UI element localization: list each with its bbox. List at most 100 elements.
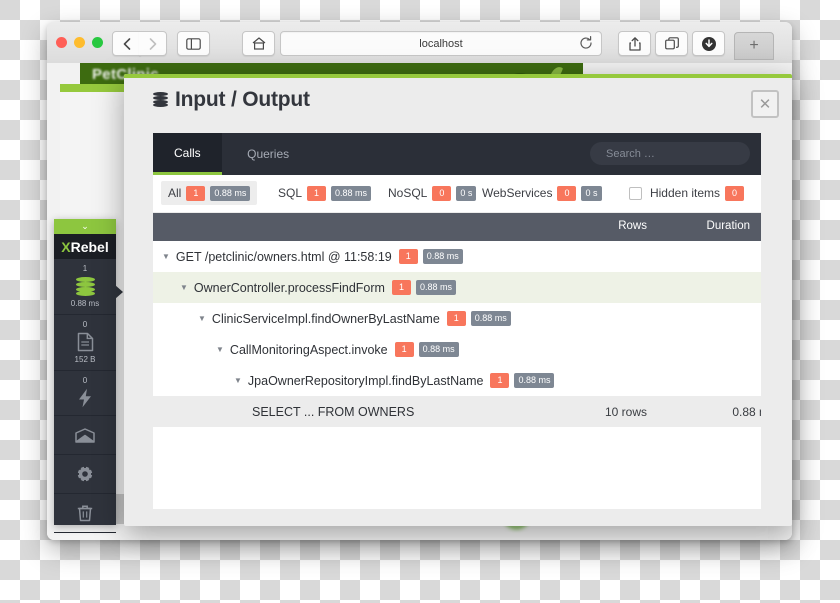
browser-titlebar: localhost +: [47, 22, 792, 64]
address-bar[interactable]: localhost: [280, 31, 602, 56]
maximize-window-button[interactable]: [92, 37, 103, 48]
minimize-window-button[interactable]: [74, 37, 85, 48]
xrebel-pointer-arrow: [115, 285, 123, 299]
xrebel-logo: XRebel: [54, 234, 116, 259]
filter-sql-label: SQL: [278, 186, 302, 200]
filter-webservices-duration: 0 s: [581, 186, 601, 201]
search-input[interactable]: Search …: [590, 142, 750, 165]
xrebel-exc-count: 0: [54, 375, 116, 386]
table-row[interactable]: ▼ OwnerController.processFindForm 1 0.88…: [153, 272, 761, 303]
filter-nosql-duration: 0 s: [456, 186, 476, 201]
xrebel-logo-x: X: [61, 239, 70, 255]
column-header-rows: Rows: [618, 220, 647, 232]
xrebel-io-count: 0: [54, 319, 116, 330]
table-row[interactable]: ▼ GET /petclinic/owners.html @ 11:58:19 …: [153, 241, 761, 272]
table-row[interactable]: ▼ ClinicServiceImpl.findOwnerByLastName …: [153, 303, 761, 334]
xrebel-db-value: 0.88 ms: [54, 298, 116, 309]
document-icon: [54, 330, 116, 354]
filter-nosql-label: NoSQL: [388, 186, 427, 200]
hidden-items-count: 0: [725, 186, 744, 201]
input-output-modal: Input / Output ✕ Calls Queries Search … …: [124, 74, 792, 526]
page-title: Input / Output: [153, 88, 310, 112]
row-count-badge: 1: [490, 373, 509, 388]
expand-caret-icon[interactable]: ▼: [234, 376, 242, 385]
row-duration-badge: 0.88 ms: [471, 311, 511, 326]
reload-icon[interactable]: [579, 36, 593, 53]
sidebar-toggle-icon[interactable]: [177, 31, 210, 56]
xrebel-section-io[interactable]: 0 152 B: [54, 315, 116, 371]
table-row[interactable]: ▼ JpaOwnerRepositoryImpl.findByLastName …: [153, 365, 761, 396]
row-label: JpaOwnerRepositoryImpl.findByLastName: [248, 374, 484, 388]
share-icon[interactable]: [618, 31, 651, 56]
filter-sql-count: 1: [307, 186, 326, 201]
xrebel-section-exceptions[interactable]: 0: [54, 371, 116, 416]
row-label: ClinicServiceImpl.findOwnerByLastName: [212, 312, 440, 326]
expand-caret-icon[interactable]: ▼: [180, 283, 188, 292]
xrebel-section-settings[interactable]: [54, 455, 116, 494]
trash-icon: [54, 501, 116, 525]
xrebel-section-clear[interactable]: [54, 494, 116, 533]
close-glyph: ✕: [759, 97, 772, 112]
filter-webservices-count: 0: [557, 186, 576, 201]
row-duration-badge: 0.88 ms: [514, 373, 554, 388]
screenshot-stage: localhost + PetCl: [0, 0, 840, 603]
lightning-icon: [54, 386, 116, 410]
xrebel-io-value: 152 B: [54, 354, 116, 365]
modal-title-text: Input / Output: [175, 88, 310, 111]
column-header-duration: Duration: [707, 220, 750, 232]
envelope-icon: [54, 423, 116, 447]
close-icon[interactable]: ✕: [751, 90, 779, 118]
filter-nosql-count: 0: [432, 186, 451, 201]
expand-caret-icon[interactable]: ▼: [198, 314, 206, 323]
filter-bar: All 1 0.88 ms SQL 1 0.88 ms NoSQL 0 0 s …: [153, 175, 761, 213]
xrebel-db-count: 1: [54, 263, 116, 274]
filter-all-duration: 0.88 ms: [210, 186, 250, 201]
back-arrow-icon[interactable]: [112, 31, 141, 56]
tab-queries[interactable]: Queries: [226, 133, 310, 175]
xrebel-panel: ⌄ XRebel 1 0.88 ms 0 152 B 0: [54, 219, 116, 525]
xrebel-collapse-button[interactable]: ⌄: [54, 219, 116, 234]
filter-all[interactable]: All 1 0.88 ms: [161, 181, 257, 205]
tab-calls[interactable]: Calls: [153, 133, 222, 175]
row-duration-value: 0.88 ms: [732, 405, 761, 419]
new-tab-label: +: [749, 38, 758, 54]
modal-body: Calls Queries Search … All 1 0.88 ms SQL…: [153, 133, 761, 508]
row-label: CallMonitoringAspect.invoke: [230, 343, 388, 357]
database-icon: [153, 92, 168, 107]
row-label: SELECT ... FROM OWNERS: [252, 405, 414, 419]
row-count-badge: 1: [447, 311, 466, 326]
downloads-icon[interactable]: [692, 31, 725, 56]
hidden-items-checkbox[interactable]: [629, 187, 642, 200]
filter-hidden-items[interactable]: Hidden items 0: [622, 181, 751, 205]
filter-webservices[interactable]: WebServices 0 0 s: [475, 181, 609, 205]
xrebel-section-database[interactable]: 1 0.88 ms: [54, 259, 116, 315]
row-rows-value: 10 rows: [605, 405, 647, 419]
search-placeholder: Search …: [606, 148, 655, 160]
filter-sql-duration: 0.88 ms: [331, 186, 371, 201]
expand-caret-icon[interactable]: ▼: [216, 345, 224, 354]
modal-tabbar: Calls Queries Search …: [153, 133, 761, 175]
modal-header: Input / Output ✕: [124, 78, 792, 126]
row-duration-badge: 0.88 ms: [419, 342, 459, 357]
new-tab-button[interactable]: +: [734, 32, 774, 60]
forward-arrow-icon[interactable]: [139, 31, 167, 56]
table-row[interactable]: ▼ CallMonitoringAspect.invoke 1 0.88 ms: [153, 334, 761, 365]
window-controls[interactable]: [56, 37, 103, 48]
show-tabs-icon[interactable]: [655, 31, 688, 56]
table-header: Rows Duration: [153, 213, 761, 241]
row-label: OwnerController.processFindForm: [194, 281, 385, 295]
home-icon[interactable]: [242, 31, 275, 56]
expand-caret-icon[interactable]: ▼: [162, 252, 170, 261]
address-bar-text: localhost: [419, 38, 462, 50]
filter-all-count: 1: [186, 186, 205, 201]
filter-sql[interactable]: SQL 1 0.88 ms: [271, 181, 378, 205]
close-window-button[interactable]: [56, 37, 67, 48]
filter-all-label: All: [168, 186, 181, 200]
filter-nosql[interactable]: NoSQL 0 0 s: [381, 181, 483, 205]
row-count-badge: 1: [399, 249, 418, 264]
row-duration-badge: 0.88 ms: [416, 280, 456, 295]
xrebel-section-mail[interactable]: [54, 416, 116, 455]
call-tree: ▼ GET /petclinic/owners.html @ 11:58:19 …: [153, 241, 761, 509]
filter-webservices-label: WebServices: [482, 186, 552, 200]
table-row[interactable]: SELECT ... FROM OWNERS 10 rows 0.88 ms: [153, 396, 761, 427]
